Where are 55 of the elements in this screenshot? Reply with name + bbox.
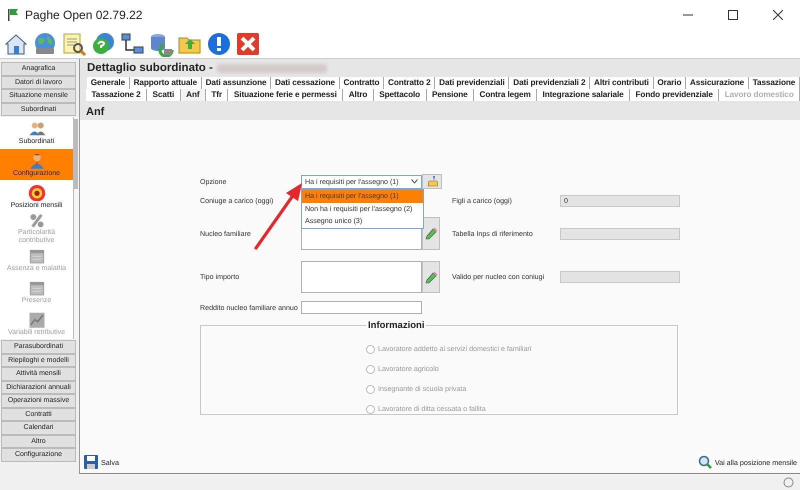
globe-icon[interactable] (32, 31, 58, 57)
close-icon[interactable] (772, 10, 782, 20)
tab[interactable]: Rapporto attuale (130, 77, 202, 89)
tab[interactable]: Contratto 2 (384, 77, 436, 89)
tab[interactable]: Fondo previdenziale (630, 89, 720, 101)
page-title: Dettaglio subordinato - (87, 62, 213, 74)
tab[interactable]: Integrazione salariale (537, 89, 630, 101)
tab[interactable]: Tassazione 2 (86, 89, 148, 101)
document-search-icon[interactable] (61, 31, 87, 57)
tab[interactable]: Orario (654, 77, 686, 89)
input-field[interactable] (560, 228, 680, 240)
input-field[interactable] (560, 271, 680, 283)
scrollbar[interactable] (73, 117, 79, 339)
chart-icon (28, 310, 46, 328)
tab[interactable]: Dati previdenziali (435, 77, 510, 89)
broom-icon (426, 176, 438, 187)
tab[interactable]: Anf (180, 89, 206, 101)
pencil-icon (424, 227, 438, 240)
maximize-icon[interactable] (728, 10, 738, 20)
tab[interactable]: Assicurazione (686, 77, 749, 89)
tab[interactable]: Contra legem (474, 89, 538, 101)
tab[interactable]: Dati previdenziali 2 (509, 77, 590, 89)
tab[interactable]: Dati cessazione (271, 77, 340, 89)
tab[interactable]: Tassazione (748, 77, 800, 89)
tab[interactable]: Contratto (340, 77, 384, 89)
section-title: Anf (86, 106, 104, 118)
help-icon[interactable] (90, 31, 116, 57)
tab[interactable]: Scatti (147, 89, 181, 101)
flag-icon (8, 9, 18, 21)
tab[interactable]: Altri contributi (590, 77, 654, 89)
database-sync-icon[interactable] (148, 31, 174, 57)
tab[interactable]: Dati assunzione (202, 77, 272, 89)
edit-button[interactable] (422, 217, 440, 250)
tab[interactable]: Tfr (206, 89, 228, 101)
calendar-icon (28, 247, 46, 264)
clear-button[interactable] (422, 174, 442, 189)
person-icon (28, 152, 46, 169)
status-circle-icon (783, 476, 794, 488)
pencil-icon (424, 270, 438, 284)
magnifier-icon (698, 455, 712, 469)
input-field[interactable] (301, 261, 422, 293)
people-icon (28, 120, 46, 138)
input-field[interactable] (301, 301, 422, 314)
group-title: Informazioni (367, 320, 426, 331)
edit-button[interactable] (422, 261, 440, 293)
tab[interactable]: Situazione ferie e permessi (228, 89, 344, 101)
window-title: Paghe Open 02.79.22 (25, 8, 144, 22)
tab[interactable]: Altro (343, 89, 374, 101)
caret-icon (411, 179, 418, 184)
tab[interactable]: Spettacolo (374, 89, 427, 101)
tab[interactable]: Pensione (426, 89, 474, 101)
tab[interactable]: Generale (87, 77, 130, 89)
alert-icon[interactable] (206, 31, 232, 57)
target-icon (28, 184, 46, 201)
percent-icon (28, 212, 46, 228)
